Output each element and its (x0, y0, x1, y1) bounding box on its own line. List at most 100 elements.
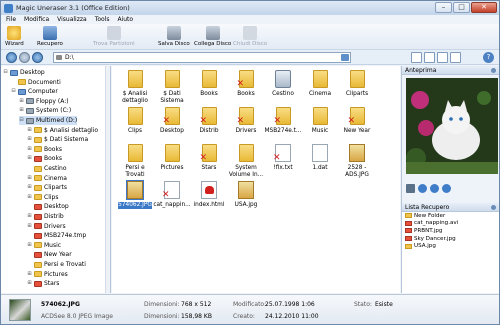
expand-icon[interactable]: ⊞ (27, 242, 32, 248)
expand-icon[interactable]: ⊞ (27, 156, 32, 161)
recovery-list-item[interactable]: PRBNT.jpg (402, 227, 499, 235)
expand-icon[interactable]: ⊞ (27, 281, 32, 286)
expand-icon[interactable]: ⊞ (27, 127, 32, 133)
toggle-preview-button[interactable] (437, 52, 448, 63)
tree-item[interactable]: Cestino (27, 164, 67, 173)
close-icon[interactable] (491, 68, 496, 73)
file-item[interactable]: USA.jpg (227, 181, 265, 209)
tree-item[interactable]: ⊞ Music (27, 241, 61, 250)
tree-item[interactable]: Persi e Trovati (27, 260, 86, 269)
file-item[interactable]: ✕ Books (227, 70, 265, 98)
collega-disco-button[interactable]: Collega Disco (194, 26, 231, 47)
tree-item[interactable]: ⊞ System (C:) (19, 106, 71, 115)
recovery-list-item[interactable]: USA.jpg (402, 242, 499, 250)
file-item[interactable]: $ Dati Sistema (153, 70, 191, 104)
expand-icon[interactable]: ⊞ (27, 223, 32, 229)
expand-icon[interactable]: ⊞ (27, 146, 32, 152)
expand-icon[interactable]: ⊞ (27, 194, 32, 200)
expand-icon[interactable]: ⊞ (27, 137, 32, 142)
forward-button[interactable] (19, 52, 30, 63)
file-item[interactable]: Persi e Trovati (116, 144, 154, 178)
file-item[interactable]: ✕ MSB274e.t... (264, 107, 302, 135)
file-item[interactable]: ✕ !fix.txt (264, 144, 302, 172)
recupero-button[interactable]: Recupero (37, 26, 63, 47)
rotate-right-icon[interactable] (430, 184, 439, 193)
file-item[interactable]: ✕ Stars (190, 144, 228, 172)
tree-item[interactable]: ⊞ Clips (27, 193, 58, 202)
tree-item[interactable]: ⊟ Multimed (D:) (19, 116, 78, 125)
tree-item[interactable]: ⊞ Cinema (27, 174, 66, 183)
tree-item[interactable]: MSB274e.tmp (27, 231, 86, 240)
file-item[interactable]: Pictures (153, 144, 191, 172)
tree-scrollbar[interactable] (105, 66, 110, 293)
tree-item[interactable]: New Year (27, 250, 72, 259)
salva-disco-button[interactable]: Salva Disco (158, 26, 190, 47)
file-item[interactable]: ✕ Distrib (190, 107, 228, 135)
file-item[interactable]: Cliparts (338, 70, 376, 98)
file-item[interactable]: ✕ cat_nappin... (153, 181, 191, 209)
recovery-list-item[interactable]: cat_napping.avi (402, 220, 499, 228)
file-item[interactable]: Cestino (264, 70, 302, 98)
recovery-list-item[interactable]: Sky Dancer.jpg (402, 235, 499, 243)
address-input[interactable]: D:\ (53, 52, 351, 63)
file-item[interactable]: 574062.JPG (116, 180, 154, 209)
expand-icon[interactable]: ⊞ (27, 271, 32, 277)
expand-icon[interactable]: ⊞ (19, 108, 24, 113)
preview-menu-button[interactable] (406, 184, 415, 193)
wizard-button[interactable]: Wizard (5, 26, 24, 47)
minimize-button[interactable]: – (435, 2, 452, 13)
file-item[interactable]: Books (190, 70, 228, 98)
file-item[interactable]: Music (301, 107, 339, 135)
chiudi-disco-button[interactable]: Chiudi Disco (233, 26, 267, 47)
toggle-tree-button[interactable] (424, 52, 435, 63)
menu-modifica[interactable]: Modifica (24, 15, 49, 24)
refresh-icon[interactable] (442, 184, 451, 193)
expand-icon[interactable]: ⊞ (19, 98, 24, 104)
tree-item[interactable]: ⊞ Drivers (27, 222, 65, 231)
tree-item[interactable]: ⊞ Cliparts (27, 183, 67, 192)
recovery-list-item[interactable]: New Folder (402, 212, 499, 220)
collapse-icon[interactable]: ⊟ (3, 70, 8, 75)
menu-aiuto[interactable]: Aiuto (117, 15, 133, 24)
file-item[interactable]: 2528 - ADS.JPG (338, 144, 376, 178)
view-mode-button[interactable] (411, 52, 422, 63)
tree-item[interactable]: ⊞ Stars (27, 279, 59, 288)
tree-item[interactable]: ⊞ Distrib (27, 212, 63, 221)
tree-item[interactable]: Documenti (11, 78, 61, 87)
maximize-button[interactable]: □ (453, 2, 470, 13)
trova-partizioni-button[interactable]: Trova Partizioni (93, 26, 135, 47)
file-item[interactable]: 1.dat (301, 144, 339, 172)
help-icon[interactable]: ? (483, 52, 494, 63)
file-item[interactable]: ✕ New Year (338, 107, 376, 135)
tree-item[interactable]: ⊟ Desktop (3, 68, 44, 77)
toggle-list-button[interactable] (450, 52, 461, 63)
up-button[interactable] (32, 52, 43, 63)
menu-tools[interactable]: Tools (95, 15, 110, 24)
expand-icon[interactable]: ⊞ (27, 214, 32, 219)
collapse-icon[interactable]: ⊟ (11, 89, 16, 94)
file-item[interactable]: ✕ Desktop (153, 107, 191, 135)
tree-item[interactable]: ⊞ $ Analisi dettaglio (27, 126, 98, 135)
close-icon[interactable] (491, 205, 496, 210)
go-button[interactable] (341, 54, 349, 61)
collapse-icon[interactable]: ⊟ (19, 118, 24, 123)
expand-icon[interactable]: ⊞ (27, 175, 32, 181)
tree-item[interactable]: ⊞ Pictures (27, 270, 67, 279)
tree-item[interactable]: ⊟ Computer (11, 87, 57, 96)
menu-file[interactable]: File (6, 15, 16, 24)
tree-item[interactable]: ⊞ Books (27, 154, 62, 163)
tree-item[interactable]: ⊞ $ Dati Sistema (27, 135, 88, 144)
back-button[interactable] (6, 52, 17, 63)
file-item[interactable]: Cinema (301, 70, 339, 98)
menu-visualizza[interactable]: Visualizza (57, 15, 87, 24)
file-item[interactable]: $ Analisi dettaglio (116, 70, 154, 104)
tree-item[interactable]: Desktop (27, 202, 69, 211)
expand-icon[interactable]: ⊞ (27, 185, 32, 190)
file-item[interactable]: ✕ Drivers (227, 107, 265, 135)
file-item[interactable]: Clips (116, 107, 154, 135)
close-button[interactable]: ✕ (471, 2, 497, 13)
tree-item[interactable]: ⊞ Books (27, 145, 62, 154)
file-item[interactable]: index.html (190, 181, 228, 209)
tree-item[interactable]: ⊞ Floppy (A:) (19, 97, 68, 106)
rotate-left-icon[interactable] (418, 184, 427, 193)
